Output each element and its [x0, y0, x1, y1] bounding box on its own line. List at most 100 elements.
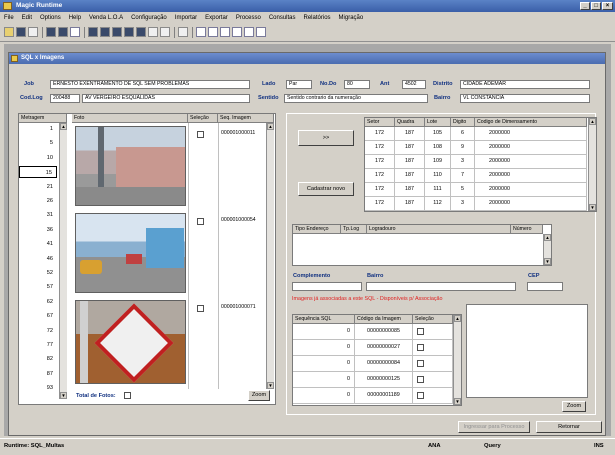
metragem-scrollbar[interactable]: ▲ ▼ [59, 123, 67, 399]
metragem-item[interactable]: 36 [19, 224, 57, 236]
setor-cell[interactable]: 2000000 [475, 169, 587, 183]
setor-cell[interactable]: 111 [425, 183, 451, 197]
setor-cell[interactable]: 172 [365, 141, 395, 155]
codlog-name-field[interactable]: AV VERGEIRO ESQUALIDAS [82, 94, 250, 103]
menu-item[interactable]: Edit [18, 15, 36, 21]
setor-cell[interactable]: 5 [451, 183, 475, 197]
cep-field[interactable] [527, 282, 563, 291]
metragem-item[interactable]: 52 [19, 267, 57, 279]
endereco-scroll-down-icon[interactable]: ▼ [544, 258, 551, 265]
minimize-button[interactable]: _ [580, 2, 590, 10]
seq-sequencia-cell[interactable]: 0 [293, 388, 355, 404]
metragem-item[interactable]: 15 [19, 166, 57, 179]
metragem-item[interactable]: 26 [19, 195, 57, 207]
print-icon[interactable] [16, 27, 26, 37]
page-6-icon[interactable] [256, 27, 266, 37]
seq-sequencia-cell[interactable]: 0 [293, 340, 355, 356]
setor-cell[interactable]: 108 [425, 141, 451, 155]
setor-cell[interactable]: 109 [425, 155, 451, 169]
page-5-icon[interactable] [244, 27, 254, 37]
save-icon[interactable] [46, 27, 56, 37]
metragem-item[interactable]: 10 [19, 152, 57, 164]
table-icon[interactable] [88, 27, 98, 37]
setor-cell[interactable]: 187 [395, 127, 425, 141]
setor-cell[interactable]: 2000000 [475, 183, 587, 197]
complemento-bairro-field[interactable] [366, 282, 516, 291]
nodo-field[interactable]: 80 [344, 80, 370, 89]
page-2-icon[interactable] [208, 27, 218, 37]
seq-codigo-cell[interactable]: 00000000084 [355, 356, 413, 372]
zoom-right-button[interactable]: Zoom [562, 401, 586, 412]
scroll-up-icon[interactable]: ▲ [60, 123, 67, 130]
search-icon[interactable] [28, 27, 38, 37]
maximize-button[interactable]: □ [591, 2, 601, 10]
metragem-item[interactable]: 77 [19, 339, 57, 351]
foto-3-checkbox[interactable] [197, 305, 204, 312]
setor-cell[interactable]: 2000000 [475, 155, 587, 169]
metragem-item[interactable]: 46 [19, 253, 57, 265]
metragem-item[interactable]: 82 [19, 353, 57, 365]
metragem-item[interactable]: 87 [19, 368, 57, 380]
move-button[interactable]: >> [298, 130, 354, 146]
seq-sequencia-cell[interactable]: 0 [293, 372, 355, 388]
menu-item[interactable]: Help [65, 15, 85, 21]
fotos-scroll-down-icon[interactable]: ▼ [267, 382, 274, 389]
seq-codigo-cell[interactable]: 00000000125 [355, 372, 413, 388]
bairro-field[interactable]: VL CONSTANCIA [460, 94, 590, 103]
metragem-item[interactable]: 31 [19, 209, 57, 221]
document-icon[interactable] [70, 27, 80, 37]
sentido-field[interactable]: Sentido contrario da numeração [284, 94, 428, 103]
menu-item[interactable]: Migração [335, 15, 368, 21]
seq-selecao-checkbox[interactable] [417, 392, 424, 399]
setor-cell[interactable]: 3 [451, 155, 475, 169]
close-button[interactable]: × [602, 2, 613, 10]
zoom-left-button[interactable]: Zoom [248, 390, 270, 401]
grid-icon[interactable] [58, 27, 68, 37]
endereco-scroll-up-icon[interactable]: ▲ [544, 234, 551, 241]
street-photo-2[interactable] [75, 213, 186, 293]
endereco-scrollbar[interactable]: ▲ ▼ [543, 234, 551, 265]
setor-cell[interactable]: 7 [451, 169, 475, 183]
setor-cell[interactable]: 6 [451, 127, 475, 141]
setor-cell[interactable]: 2000000 [475, 197, 587, 211]
metragem-item[interactable]: 93 [19, 382, 57, 394]
seq-scrollbar[interactable]: ▲ ▼ [453, 315, 461, 405]
ingressar-processo-button[interactable]: Ingressar para Processo [458, 421, 530, 433]
seq-sequencia-cell[interactable]: 0 [293, 324, 355, 340]
setor-cell[interactable]: 187 [395, 141, 425, 155]
seq-selecao-checkbox[interactable] [417, 360, 424, 367]
setor-cell[interactable]: 2000000 [475, 141, 587, 155]
metragem-item[interactable]: 1 [19, 123, 57, 135]
street-photo-3[interactable] [75, 300, 186, 384]
setor-cell[interactable]: 172 [365, 197, 395, 211]
setor-cell[interactable]: 187 [395, 197, 425, 211]
page-4-icon[interactable] [232, 27, 242, 37]
setor-cell[interactable]: 9 [451, 141, 475, 155]
seq-selecao-checkbox[interactable] [417, 328, 424, 335]
setor-cell[interactable]: 187 [395, 183, 425, 197]
metragem-item[interactable]: 41 [19, 238, 57, 250]
setor-cell[interactable]: 110 [425, 169, 451, 183]
setor-cell[interactable]: 2000000 [475, 127, 587, 141]
filter-icon[interactable] [148, 27, 158, 37]
foto-2-checkbox[interactable] [197, 218, 204, 225]
street-photo-1[interactable] [75, 126, 186, 206]
menu-item[interactable]: Relatórios [300, 15, 335, 21]
menu-item[interactable]: Consultas [265, 15, 300, 21]
foto-1-checkbox[interactable] [197, 131, 204, 138]
zoom-icon[interactable] [136, 27, 146, 37]
metragem-item[interactable]: 5 [19, 137, 57, 149]
codlog-field[interactable]: 200488 [50, 94, 80, 103]
fotos-scrollbar[interactable]: ▲ ▼ [266, 123, 274, 389]
setor-cell[interactable]: 172 [365, 127, 395, 141]
setor-cell[interactable]: 172 [365, 169, 395, 183]
lado-field[interactable]: Par [286, 80, 312, 89]
seq-scroll-down-icon[interactable]: ▼ [454, 398, 461, 405]
metragem-item[interactable]: 57 [19, 281, 57, 293]
page-3-icon[interactable] [220, 27, 230, 37]
setor-cell[interactable]: 3 [451, 197, 475, 211]
scroll-down-icon[interactable]: ▼ [60, 392, 67, 399]
retornar-button[interactable]: Retornar [536, 421, 602, 433]
setor-cell[interactable]: 105 [425, 127, 451, 141]
ant-field[interactable]: 4502 [402, 80, 426, 89]
